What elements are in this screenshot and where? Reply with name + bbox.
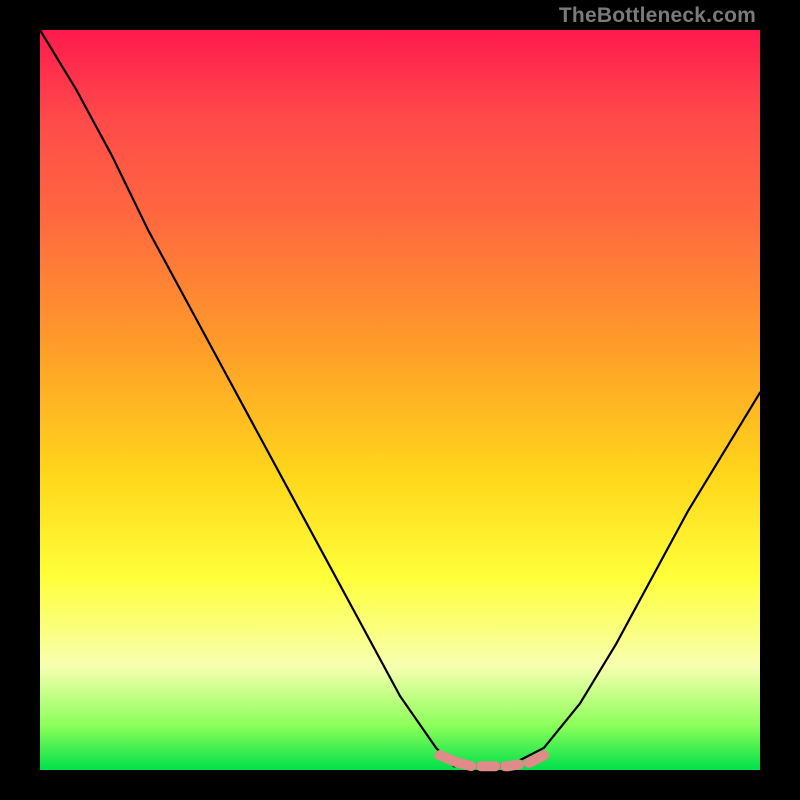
pink-curve-right (530, 755, 544, 762)
watermark-label: TheBottleneck.com (559, 4, 756, 28)
black-curve (40, 30, 760, 766)
curve-layer (40, 30, 760, 770)
chart-frame: TheBottleneck.com (0, 0, 800, 800)
pink-curve-mid (458, 763, 530, 767)
